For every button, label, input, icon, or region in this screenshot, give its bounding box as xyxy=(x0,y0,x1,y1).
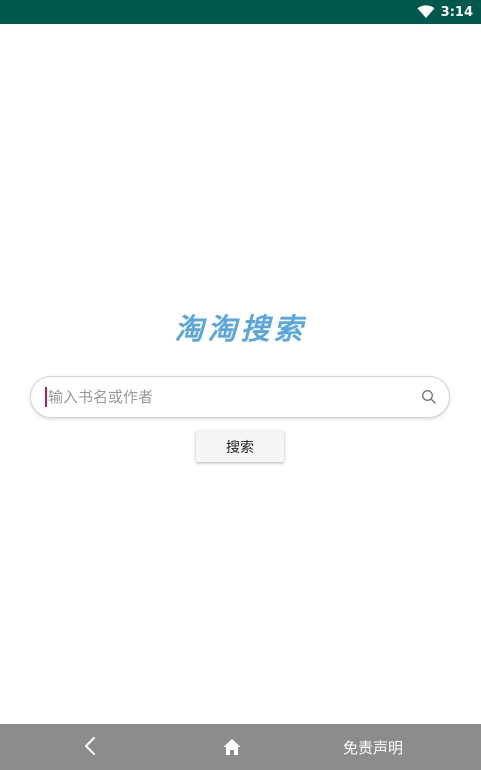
status-right: 3:14 xyxy=(417,0,473,24)
wifi-icon xyxy=(417,5,435,18)
search-box[interactable] xyxy=(31,377,449,417)
app-logo: 淘淘搜索 xyxy=(174,312,307,346)
bottom-nav: 免责声明 xyxy=(0,724,481,770)
search-icon[interactable] xyxy=(421,389,437,405)
disclaimer-link[interactable]: 免责声明 xyxy=(343,724,403,770)
search-input[interactable] xyxy=(45,377,405,417)
search-button[interactable]: 搜索 xyxy=(196,431,284,462)
home-icon[interactable] xyxy=(222,737,242,757)
status-time: 3:14 xyxy=(440,4,473,20)
text-cursor xyxy=(45,387,47,407)
app-screen: 3:14 淘淘搜索 搜索 免责声明 xyxy=(0,0,481,770)
back-chevron-icon[interactable] xyxy=(80,735,102,757)
status-bar: 3:14 xyxy=(0,0,481,24)
